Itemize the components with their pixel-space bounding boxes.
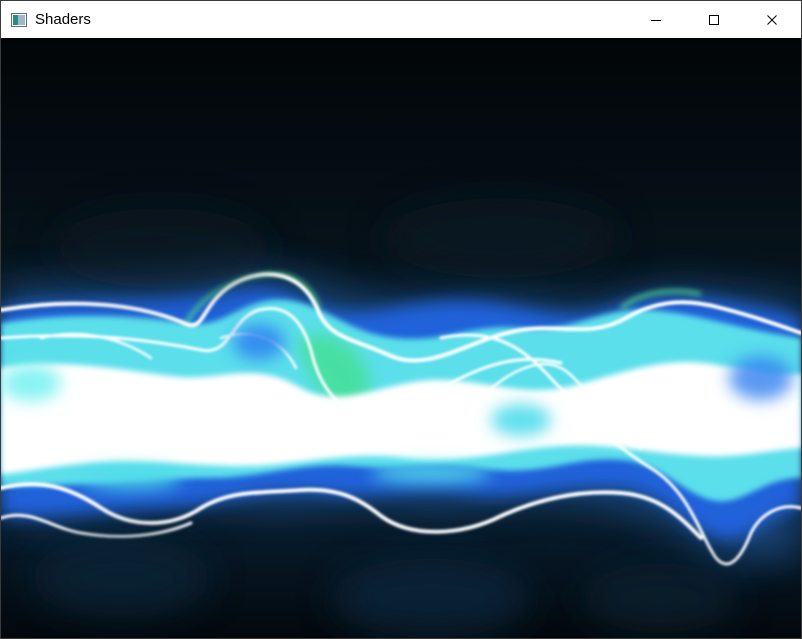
minimize-button[interactable] [627,1,685,38]
window-controls [627,1,801,38]
noise-4 [381,198,621,278]
pocket-3 [491,404,551,436]
noise-2 [331,558,531,638]
minimize-icon [650,14,662,26]
noise-1 [31,538,211,618]
maximize-icon [708,14,720,26]
pocket-6 [371,463,491,483]
noise-5 [51,208,271,288]
app-window: Shaders [0,0,802,639]
close-button[interactable] [743,1,801,38]
pocket-5 [81,466,181,490]
window-title: Shaders [35,11,91,28]
shader-canvas[interactable] [1,38,801,638]
noise-3 [581,563,741,633]
close-icon [766,14,778,26]
title-bar[interactable]: Shaders [1,1,801,38]
pocket-4 [1,365,61,401]
pocket-2 [729,356,793,400]
maximize-button[interactable] [685,1,743,38]
app-window-icon [11,12,27,27]
pocket-1 [233,324,285,360]
shader-render [1,38,801,638]
